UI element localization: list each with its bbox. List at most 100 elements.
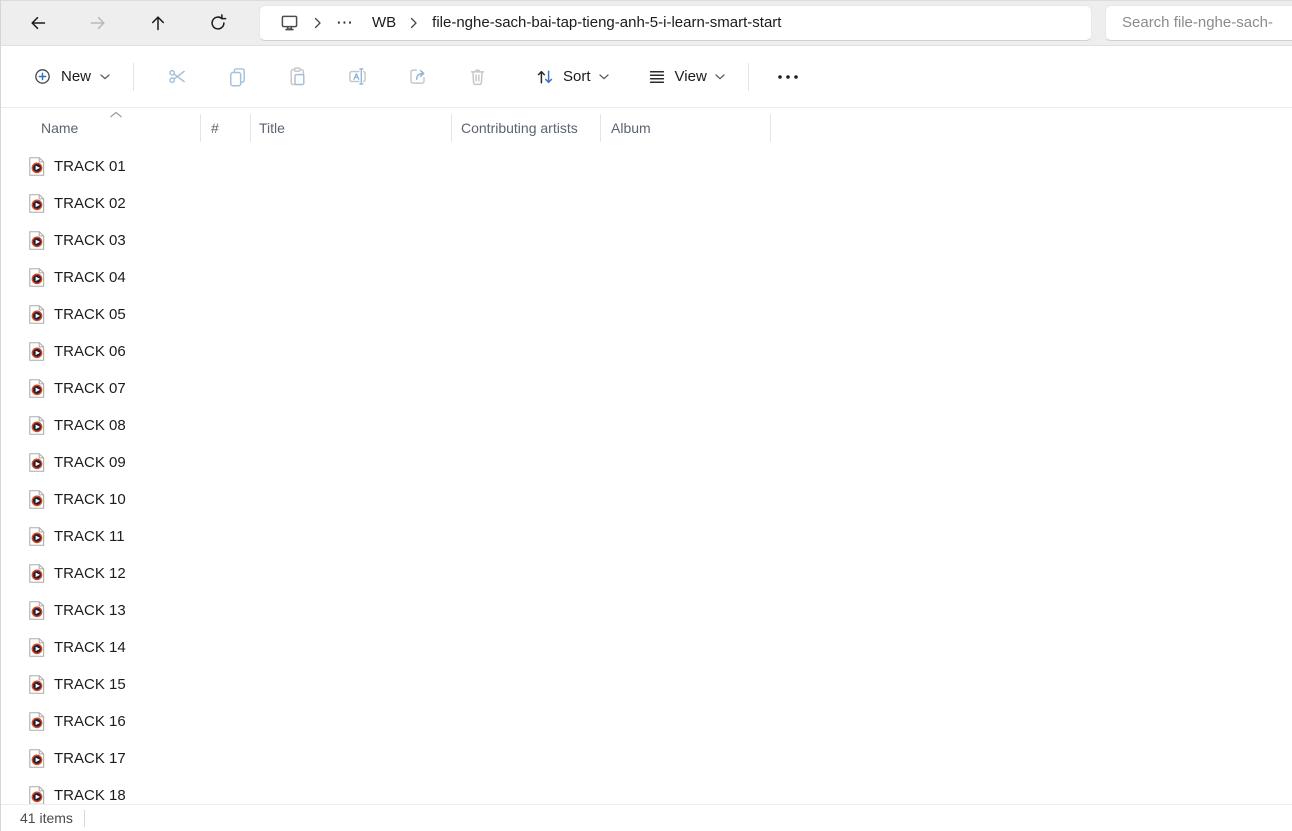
column-headers: Name # Title Contributing artists Album [1,108,1292,148]
file-row[interactable]: TRACK 16 [1,703,1292,740]
file-row[interactable]: TRACK 08 [1,407,1292,444]
breadcrumb-current-label: file-nghe-sach-bai-tap-tieng-anh-5-i-lea… [432,14,782,31]
paste-icon [287,66,308,87]
new-button[interactable]: New [23,57,120,97]
file-row[interactable]: TRACK 15 [1,666,1292,703]
this-pc-icon [279,12,300,33]
column-header-label: Name [41,120,79,136]
new-icon [33,67,52,86]
breadcrumb-chevron-icon [405,17,423,29]
column-header-album[interactable]: Album [601,108,771,148]
audio-file-icon [29,416,45,435]
breadcrumb-chevron-icon [309,17,327,29]
audio-file-icon [29,379,45,398]
column-header-number[interactable]: # [201,108,251,148]
file-name: TRACK 02 [54,195,126,212]
file-row[interactable]: TRACK 07 [1,370,1292,407]
breadcrumb-this-pc[interactable] [270,8,309,38]
view-button-label: View [674,68,707,85]
command-toolbar: New Sort View [1,46,1292,108]
column-header-label: Album [611,120,651,136]
delete-icon [467,66,488,87]
share-button[interactable] [395,57,439,97]
file-row[interactable]: TRACK 17 [1,740,1292,777]
forward-icon [88,13,108,33]
file-row[interactable]: TRACK 01 [1,148,1292,185]
back-button[interactable] [16,5,60,41]
refresh-button[interactable] [196,5,240,41]
file-row[interactable]: TRACK 04 [1,259,1292,296]
up-button[interactable] [136,5,180,41]
audio-file-icon [29,342,45,361]
file-name: TRACK 06 [54,343,126,360]
paste-button[interactable] [275,57,319,97]
view-icon [647,67,667,87]
more-options-icon [777,74,799,80]
breadcrumb-collapsed[interactable]: ⋯ [327,8,363,38]
breadcrumb-current-folder[interactable]: file-nghe-sach-bai-tap-tieng-anh-5-i-lea… [423,8,790,38]
column-header-title[interactable]: Title [251,108,452,148]
more-options-button[interactable] [768,57,808,97]
file-name: TRACK 15 [54,676,126,693]
status-bar: 41 items [1,804,1292,831]
file-row[interactable]: TRACK 14 [1,629,1292,666]
search-box [1105,4,1292,41]
file-row[interactable]: TRACK 03 [1,222,1292,259]
search-input[interactable] [1106,5,1292,40]
copy-button[interactable] [215,57,259,97]
column-header-label: # [211,120,219,136]
audio-file-icon [29,712,45,731]
audio-file-icon [29,564,45,583]
file-name: TRACK 18 [54,787,126,804]
file-row[interactable]: TRACK 12 [1,555,1292,592]
rename-button[interactable] [335,57,379,97]
navigation-bar: ⋯ WB file-nghe-sach-bai-tap-tieng-anh-5-… [1,0,1292,46]
audio-file-icon [29,268,45,287]
audio-file-icon [29,157,45,176]
address-bar[interactable]: ⋯ WB file-nghe-sach-bai-tap-tieng-anh-5-… [259,4,1092,41]
chevron-down-icon [100,73,110,80]
view-button[interactable]: View [637,57,735,97]
audio-file-icon [29,527,45,546]
file-list: TRACK 01 TRACK 02 TRACK 03 TRACK 04 TRAC… [1,148,1292,814]
audio-file-icon [29,453,45,472]
file-name: TRACK 16 [54,713,126,730]
file-name: TRACK 11 [54,528,125,545]
file-name: TRACK 14 [54,639,126,656]
cut-button[interactable] [155,57,199,97]
file-name: TRACK 13 [54,602,126,619]
file-name: TRACK 17 [54,750,126,767]
file-name: TRACK 01 [54,158,126,175]
file-name: TRACK 04 [54,269,126,286]
rename-icon [347,66,368,87]
file-row[interactable]: TRACK 09 [1,444,1292,481]
column-header-name[interactable]: Name [1,108,201,148]
audio-file-icon [29,194,45,213]
back-icon [28,13,48,33]
file-name: TRACK 09 [54,454,126,471]
file-row[interactable]: TRACK 05 [1,296,1292,333]
cut-icon [167,66,188,87]
sort-button[interactable]: Sort [525,57,619,97]
status-bar-divider [83,809,85,827]
toolbar-divider [133,62,135,91]
audio-file-icon [29,305,45,324]
file-row[interactable]: TRACK 11 [1,518,1292,555]
file-row[interactable]: TRACK 10 [1,481,1292,518]
audio-file-icon [29,675,45,694]
breadcrumb-parent-label: WB [372,14,397,31]
chevron-down-icon [598,73,609,80]
audio-file-icon [29,638,45,657]
audio-file-icon [29,601,45,620]
forward-button[interactable] [76,5,120,41]
file-row[interactable]: TRACK 06 [1,333,1292,370]
copy-icon [227,66,248,87]
file-name: TRACK 10 [54,491,126,508]
file-name: TRACK 07 [54,380,126,397]
breadcrumb-parent-folder[interactable]: WB [363,8,405,38]
file-row[interactable]: TRACK 13 [1,592,1292,629]
file-row[interactable]: TRACK 02 [1,185,1292,222]
delete-button[interactable] [455,57,499,97]
column-header-contributing-artists[interactable]: Contributing artists [452,108,601,148]
file-name: TRACK 03 [54,232,126,249]
